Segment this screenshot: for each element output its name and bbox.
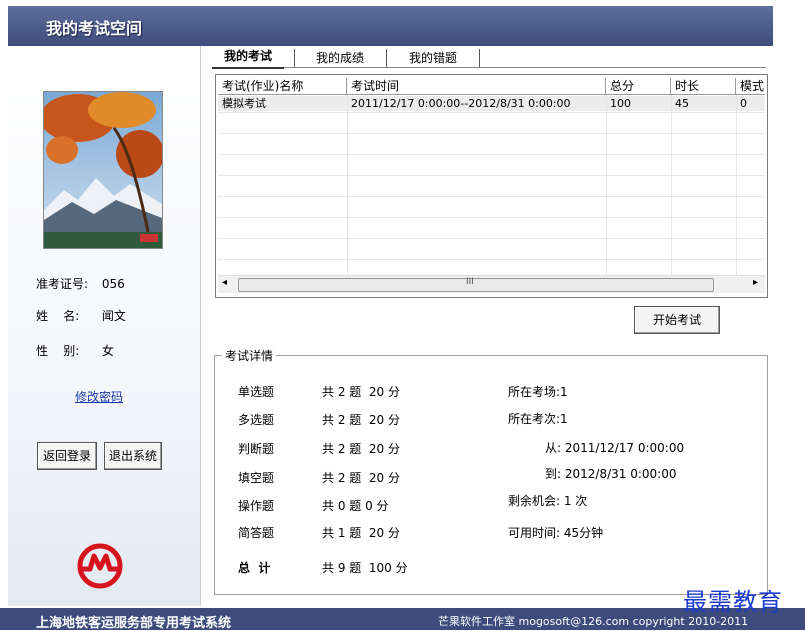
grip-icon: III: [466, 277, 474, 287]
grid-column-line: [606, 95, 607, 275]
question-count: 共 2 题 20 分: [322, 471, 400, 485]
remaining-chances: 剩余机会: 1 次: [508, 494, 588, 508]
column-header-time[interactable]: 考试时间: [347, 78, 606, 94]
column-header-score[interactable]: 总分: [606, 78, 671, 94]
column-header-duration[interactable]: 时长: [671, 78, 736, 94]
tab-my-exams[interactable]: 我的考试: [212, 45, 284, 69]
start-time: 从: 2011/12/17 0:00:00: [545, 441, 685, 455]
cell-score: 100: [610, 97, 631, 110]
exam-details-legend: 考试详情: [222, 347, 277, 364]
grid-line: [218, 259, 765, 260]
scroll-thumb[interactable]: III: [238, 277, 714, 292]
question-type: 填空题: [238, 471, 275, 485]
cell-duration: 45: [675, 97, 689, 110]
question-type: 单选题: [238, 385, 275, 399]
cell-mode: 0: [740, 97, 747, 110]
grid-line: [218, 133, 765, 134]
name-value: 闻文: [101, 309, 126, 323]
column-header-mode[interactable]: 模式: [736, 78, 766, 94]
tab-my-scores[interactable]: 我的成绩: [303, 47, 377, 69]
question-count: 共 1 题 20 分: [322, 526, 400, 540]
title-bar: 我的考试空间: [8, 6, 773, 46]
question-type: 操作题: [238, 499, 275, 513]
exam-id-row: 准考证号: 056: [36, 275, 125, 292]
grid-column-line: [347, 95, 348, 275]
exam-id-value: 056: [101, 277, 125, 291]
grid-line: [218, 196, 765, 197]
available-time: 可用时间: 45分钟: [508, 526, 604, 540]
scroll-left-icon[interactable]: ◂: [222, 277, 227, 288]
tab-divider: [386, 49, 387, 67]
change-password-link[interactable]: 修改密码: [75, 388, 123, 405]
exam-id-label: 准考证号:: [36, 277, 89, 291]
scroll-right-icon[interactable]: ▸: [753, 277, 758, 288]
grid-line: [218, 175, 765, 176]
exam-details-group: [214, 355, 768, 595]
metro-logo-icon: [76, 542, 124, 593]
question-type: 多选题: [238, 413, 275, 427]
cell-name: 模拟考试: [222, 97, 266, 110]
user-photo: [43, 91, 163, 249]
total-value: 共 9 题 100 分: [322, 561, 408, 575]
landscape-image: [44, 92, 162, 248]
question-count: 共 2 题 20 分: [322, 413, 400, 427]
exit-system-button[interactable]: 退出系统: [104, 442, 162, 470]
gender-row: 性 别: 女: [36, 342, 114, 359]
total-label: 总 计: [238, 561, 271, 575]
tab-divider: [479, 49, 480, 67]
watermark-text: 最需教育: [683, 588, 783, 616]
gender-value: 女: [101, 344, 114, 358]
name-row: 姓 名: 闻文: [36, 307, 126, 324]
grid-column-line: [736, 95, 737, 275]
exam-session: 所在考次:1: [508, 412, 568, 426]
tab-my-mistakes[interactable]: 我的错题: [396, 47, 470, 69]
cell-time: 2011/12/17 0:00:00--2012/8/31 0:00:00: [351, 97, 571, 110]
question-count: 共 2 题 20 分: [322, 442, 400, 456]
question-count: 共 2 题 20 分: [322, 385, 400, 399]
window-title: 我的考试空间: [46, 19, 143, 38]
question-type: 简答题: [238, 526, 275, 540]
grid-line: [218, 217, 765, 218]
grid-column-line: [671, 95, 672, 275]
exam-room: 所在考场:1: [508, 385, 568, 399]
table-row[interactable]: 模拟考试 2011/12/17 0:00:00--2012/8/31 0:00:…: [218, 96, 765, 111]
footer-system-name: 上海地铁客运服务部专用考试系统: [36, 616, 232, 631]
grid-line: [218, 154, 765, 155]
question-type: 判断题: [238, 442, 275, 456]
column-header-name[interactable]: 考试(作业)名称: [218, 78, 347, 94]
grid-line: [218, 112, 765, 113]
back-to-login-button[interactable]: 返回登录: [37, 442, 97, 470]
exam-table: 考试(作业)名称 考试时间 总分 时长 模式 模拟考试 2011/12/17 0…: [215, 74, 768, 298]
horizontal-scrollbar[interactable]: ◂ III ▸: [218, 275, 765, 293]
grid-line: [218, 238, 765, 239]
gender-label: 性 别:: [36, 344, 80, 358]
name-label: 姓 名:: [36, 309, 80, 323]
question-count: 共 0 题 0 分: [322, 499, 389, 513]
table-header: 考试(作业)名称 考试时间 总分 时长 模式: [218, 78, 765, 95]
tab-divider: [294, 49, 295, 67]
tab-baseline: [284, 67, 766, 68]
start-exam-button[interactable]: 开始考试: [634, 306, 720, 334]
end-time: 到: 2012/8/31 0:00:00: [545, 467, 677, 481]
